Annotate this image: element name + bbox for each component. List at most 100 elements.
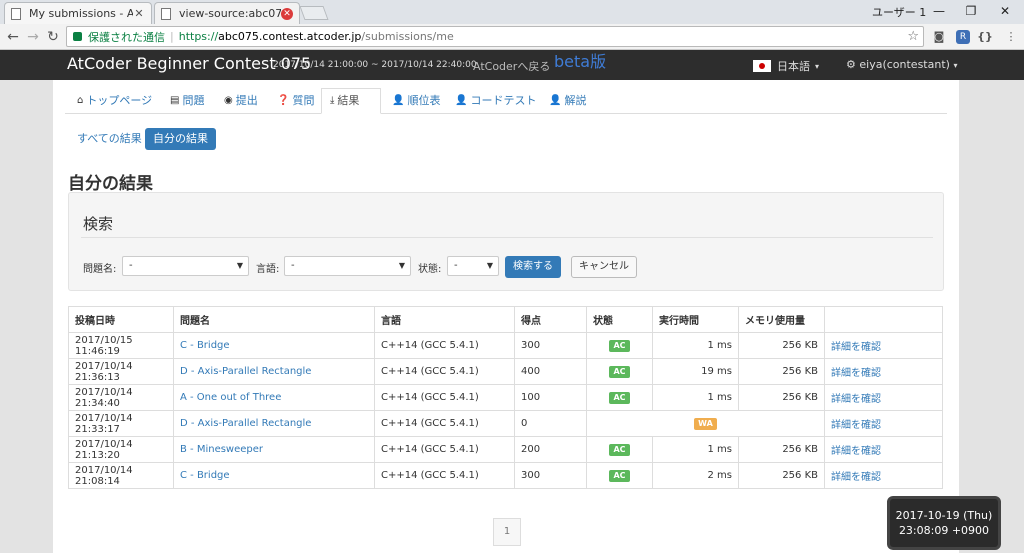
exec-time: 1 ms bbox=[652, 384, 739, 411]
status-select[interactable]: - ▼ bbox=[447, 256, 499, 276]
user-icon: 👤 bbox=[392, 95, 405, 106]
caret-down-icon: ▼ bbox=[486, 261, 493, 270]
pagination-page-1[interactable]: 1 bbox=[493, 518, 521, 546]
contest-nav-tabs: ⌂ トップページ ▤ 問題 ◉ 提出 ❓ 質問 ⤓ 結果 👤 順位表 👤 コード… bbox=[65, 88, 947, 114]
tab-submit[interactable]: ◉ 提出 bbox=[224, 88, 258, 114]
column-header[interactable]: 得点 bbox=[514, 306, 587, 333]
caret-down-icon: ▾ bbox=[815, 61, 820, 71]
tab-editorial[interactable]: 👤 解説 bbox=[549, 88, 586, 114]
column-header[interactable]: 実行時間 bbox=[652, 306, 739, 333]
caret-down-icon: ▼ bbox=[236, 261, 243, 270]
column-header[interactable]: メモリ使用量 bbox=[738, 306, 825, 333]
back-arrow-icon[interactable]: ← bbox=[4, 28, 22, 46]
detail-link[interactable]: 詳細を確認 bbox=[831, 368, 881, 379]
column-header bbox=[824, 306, 943, 333]
detail-link[interactable]: 詳細を確認 bbox=[831, 394, 881, 405]
url-separator: | bbox=[170, 30, 174, 43]
column-header[interactable]: 言語 bbox=[374, 306, 515, 333]
problem-link[interactable]: D - Axis-Parallel Rectangle bbox=[180, 366, 311, 377]
url-host: abc075.contest.atcoder.jp bbox=[218, 30, 362, 43]
tab-label: 順位表 bbox=[407, 94, 441, 107]
tab-results[interactable]: ⤓ 結果 bbox=[321, 88, 381, 114]
language-dropdown[interactable]: 日本語 ▾ bbox=[753, 58, 819, 74]
minimize-icon[interactable]: — bbox=[924, 2, 954, 20]
problem-link[interactable]: C - Bridge bbox=[180, 470, 230, 481]
tab-problems[interactable]: ▤ 問題 bbox=[170, 88, 204, 114]
status-badge: WA bbox=[694, 417, 717, 430]
submission-time: 2017/10/14 21:08:14 bbox=[68, 462, 174, 489]
forward-arrow-icon[interactable]: → bbox=[24, 28, 42, 46]
submission-score: 0 bbox=[514, 410, 587, 437]
cancel-button[interactable]: キャンセル bbox=[571, 256, 637, 278]
table-row: 2017/10/14 21:33:17 D - Axis-Parallel Re… bbox=[68, 410, 943, 437]
submission-time: 2017/10/15 11:46:19 bbox=[68, 332, 174, 359]
memory-usage: 256 KB bbox=[738, 436, 825, 463]
json-extension-icon[interactable]: {} bbox=[976, 28, 994, 46]
table-row: 2017/10/15 11:46:19 C - Bridge C++14 (GC… bbox=[68, 332, 943, 359]
exec-time: 1 ms bbox=[652, 436, 739, 463]
submission-score: 200 bbox=[514, 436, 587, 463]
camera-icon[interactable]: ◙ bbox=[930, 28, 948, 46]
status-label: 状態: bbox=[418, 264, 442, 275]
window-user: ユーザー 1 bbox=[872, 6, 927, 19]
status-badge: AC bbox=[609, 391, 630, 404]
search-panel: 検索 問題名: - ▼ 言語: - ▼ 状態: - ▼ 検索する キャンセル bbox=[68, 192, 944, 291]
search-title: 検索 bbox=[83, 215, 114, 233]
memory-usage: 256 KB bbox=[738, 358, 825, 385]
url-scheme: https:// bbox=[178, 30, 219, 43]
detail-link[interactable]: 詳細を確認 bbox=[831, 420, 881, 431]
detail-link[interactable]: 詳細を確認 bbox=[831, 342, 881, 353]
exec-time: 1 ms bbox=[652, 332, 739, 359]
detail-link[interactable]: 詳細を確認 bbox=[831, 446, 881, 457]
submission-score: 400 bbox=[514, 358, 587, 385]
tab-label: 問題 bbox=[182, 94, 205, 107]
language-label: 日本語 bbox=[777, 60, 810, 73]
search-button[interactable]: 検索する bbox=[505, 256, 561, 278]
column-header[interactable]: 状態 bbox=[586, 306, 653, 333]
browser-tab-view-source[interactable]: view-source:abc075.contest ✕ bbox=[154, 2, 300, 24]
contest-time: 2017/10/14 21:00:00 ~ 2017/10/14 22:40:0… bbox=[273, 60, 477, 70]
beta-label: beta版 bbox=[554, 52, 607, 71]
browser-tab-bar: My submissions - AtCoder ✕ view-source:a… bbox=[0, 0, 1024, 24]
tab-label: 提出 bbox=[235, 94, 258, 107]
status-badge: AC bbox=[609, 443, 630, 456]
new-tab-button[interactable] bbox=[299, 6, 329, 20]
clock-time: 23:08:09 +0900 bbox=[898, 524, 990, 537]
problem-select[interactable]: - ▼ bbox=[122, 256, 249, 276]
tab-standings[interactable]: 👤 順位表 bbox=[392, 88, 440, 114]
column-header[interactable]: 投稿日時 bbox=[68, 306, 174, 333]
submission-language: C++14 (GCC 5.4.1) bbox=[374, 436, 515, 463]
memory-usage: 256 KB bbox=[738, 384, 825, 411]
reload-icon[interactable]: ↻ bbox=[44, 28, 62, 46]
tab-label: 質問 bbox=[292, 94, 315, 107]
browser-tab-submissions[interactable]: My submissions - AtCoder ✕ bbox=[4, 2, 152, 24]
bookmark-star-icon[interactable]: ☆ bbox=[907, 29, 919, 44]
close-icon[interactable]: ✕ bbox=[281, 7, 293, 20]
submission-score: 100 bbox=[514, 384, 587, 411]
problem-link[interactable]: D - Axis-Parallel Rectangle bbox=[180, 418, 311, 429]
extension-icon[interactable]: R bbox=[956, 30, 970, 44]
back-to-atcoder-link[interactable]: AtCoderへ戻る bbox=[473, 58, 550, 74]
language-select[interactable]: - ▼ bbox=[284, 256, 411, 276]
problem-link[interactable]: A - One out of Three bbox=[180, 392, 281, 403]
user-dropdown[interactable]: ⚙ eiya(contestant) ▾ bbox=[846, 58, 957, 71]
user-name: eiya(contestant) bbox=[859, 58, 950, 71]
detail-link[interactable]: 詳細を確認 bbox=[831, 472, 881, 483]
problem-link[interactable]: B - Minesweeper bbox=[180, 444, 263, 455]
tab-code-test[interactable]: 👤 コードテスト bbox=[455, 88, 536, 114]
maximize-icon[interactable]: ❐ bbox=[956, 2, 986, 20]
exec-time: 2 ms bbox=[652, 462, 739, 489]
tab-top-page[interactable]: ⌂ トップページ bbox=[77, 88, 152, 114]
url-bar[interactable]: 保護された通信 | https:// abc075.contest.atcode… bbox=[66, 26, 924, 47]
filter-my-results[interactable]: 自分の結果 bbox=[145, 128, 216, 150]
close-icon[interactable]: ✕ bbox=[133, 7, 145, 20]
filter-all-results[interactable]: すべての結果 bbox=[69, 128, 150, 150]
close-window-icon[interactable]: ✕ bbox=[990, 2, 1020, 20]
tab-questions[interactable]: ❓ 質問 bbox=[277, 88, 314, 114]
column-header[interactable]: 問題名 bbox=[173, 306, 375, 333]
table-row: 2017/10/14 21:08:14 C - Bridge C++14 (GC… bbox=[68, 462, 943, 489]
tab-label: コードテスト bbox=[470, 94, 537, 107]
problem-link[interactable]: C - Bridge bbox=[180, 340, 230, 351]
submission-language: C++14 (GCC 5.4.1) bbox=[374, 410, 515, 437]
menu-icon[interactable]: ⋮ bbox=[1002, 28, 1020, 46]
